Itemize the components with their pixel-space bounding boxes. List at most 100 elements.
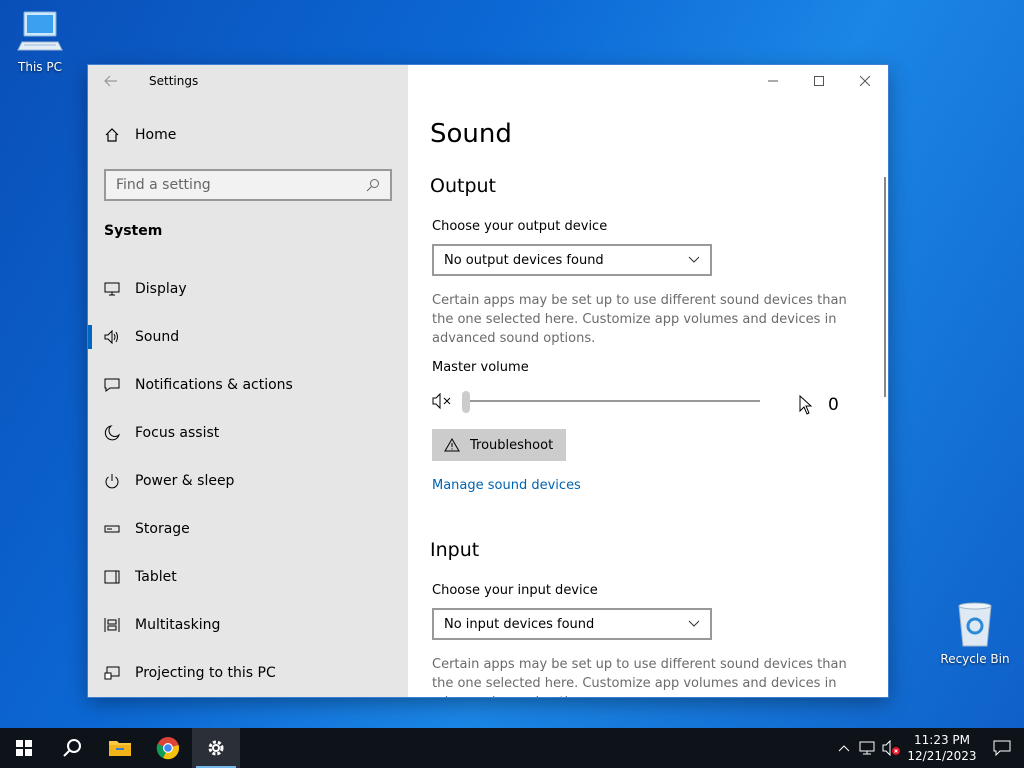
projecting-icon xyxy=(104,665,120,681)
sidebar-item-label: Sound xyxy=(135,329,180,345)
chrome-icon xyxy=(156,737,179,760)
clock[interactable]: 11:23 PM 12/21/2023 xyxy=(904,732,980,764)
volume-slider-thumb[interactable] xyxy=(462,391,470,413)
troubleshoot-label: Troubleshoot xyxy=(470,437,554,453)
search-input[interactable]: Find a setting xyxy=(104,169,392,201)
close-button[interactable] xyxy=(842,65,888,97)
minimize-icon xyxy=(768,80,778,82)
scrollbar[interactable] xyxy=(884,177,886,397)
arrow-left-icon xyxy=(104,75,117,87)
sidebar-item-home[interactable]: Home xyxy=(104,127,176,143)
input-device-dropdown[interactable]: No input devices found xyxy=(432,608,712,640)
sidebar-item-label: Power & sleep xyxy=(135,473,235,489)
desktop-icon-this-pc[interactable]: This PC xyxy=(2,8,78,74)
sidebar-item-label: Projecting to this PC xyxy=(135,665,276,681)
manage-sound-devices-link[interactable]: Manage sound devices xyxy=(432,478,581,493)
chrome-button[interactable] xyxy=(144,728,192,768)
storage-icon xyxy=(104,521,120,537)
input-note: Certain apps may be set up to use differ… xyxy=(432,657,847,697)
chevron-up-icon xyxy=(838,745,850,752)
sidebar: Settings Home Find a setting System Disp… xyxy=(88,65,408,697)
desktop-icon-recycle-bin[interactable]: Recycle Bin xyxy=(937,600,1013,666)
mute-button[interactable] xyxy=(432,392,454,414)
sidebar-item-label: Home xyxy=(135,127,177,143)
master-volume-control: 0 xyxy=(432,391,852,415)
display-icon xyxy=(104,281,120,297)
sidebar-item-label: Tablet xyxy=(135,569,177,585)
volume-error-icon xyxy=(882,740,900,756)
input-heading: Input xyxy=(430,539,480,561)
output-heading: Output xyxy=(430,175,496,197)
sidebar-nav: Display Sound Notifications & actions Fo… xyxy=(88,265,408,697)
sidebar-item-label: Focus assist xyxy=(135,425,220,441)
troubleshoot-button[interactable]: Troubleshoot xyxy=(432,429,566,461)
sidebar-item-label: Storage xyxy=(135,521,190,537)
output-note: Certain apps may be set up to use differ… xyxy=(432,293,847,346)
volume-slider-track[interactable] xyxy=(462,400,760,402)
back-button[interactable] xyxy=(88,65,134,97)
multitasking-icon xyxy=(104,617,120,633)
search-button[interactable] xyxy=(48,728,96,768)
sidebar-item-label: Display xyxy=(135,281,187,297)
master-volume-label: Master volume xyxy=(432,360,529,375)
volume-tray-button[interactable] xyxy=(880,740,904,756)
search-icon xyxy=(366,179,379,192)
input-device-value: No input devices found xyxy=(444,616,595,632)
sidebar-item-focus-assist[interactable]: Focus assist xyxy=(88,409,408,457)
volume-muted-icon xyxy=(432,392,451,410)
app-title: Settings xyxy=(149,74,199,88)
settings-taskbar-button[interactable] xyxy=(192,728,240,768)
sidebar-item-multitasking[interactable]: Multitasking xyxy=(88,601,408,649)
warning-icon xyxy=(444,438,460,452)
network-icon xyxy=(859,741,875,755)
recycle-bin-icon xyxy=(958,602,992,647)
output-device-dropdown[interactable]: No output devices found xyxy=(432,244,712,276)
network-button[interactable] xyxy=(856,740,880,756)
sidebar-item-label: Notifications & actions xyxy=(135,377,293,393)
chevron-down-icon xyxy=(688,620,700,627)
home-icon xyxy=(105,128,119,142)
sidebar-item-notifications[interactable]: Notifications & actions xyxy=(88,361,408,409)
sidebar-item-display[interactable]: Display xyxy=(88,265,408,313)
close-icon xyxy=(860,76,870,86)
sidebar-item-sound[interactable]: Sound xyxy=(88,313,408,361)
input-device-label: Choose your input device xyxy=(432,583,598,598)
window-controls xyxy=(750,65,888,97)
tablet-icon xyxy=(104,569,120,585)
show-hidden-icons-button[interactable] xyxy=(832,744,856,752)
sidebar-item-storage[interactable]: Storage xyxy=(88,505,408,553)
title-bar: Settings xyxy=(88,65,408,97)
output-device-value: No output devices found xyxy=(444,252,604,268)
maximize-icon xyxy=(814,76,824,86)
clock-time: 11:23 PM xyxy=(914,733,970,747)
gear-icon xyxy=(208,740,224,756)
start-button[interactable] xyxy=(0,728,48,768)
desktop-icon-label: Recycle Bin xyxy=(940,652,1010,666)
notification-icon xyxy=(993,740,1011,756)
search-placeholder: Find a setting xyxy=(116,177,211,193)
sidebar-item-projecting[interactable]: Projecting to this PC xyxy=(88,649,408,697)
volume-value: 0 xyxy=(828,395,839,415)
search-icon xyxy=(63,739,81,757)
moon-icon xyxy=(104,425,120,441)
chevron-down-icon xyxy=(688,256,700,263)
notification-icon xyxy=(104,377,120,393)
desktop-icon-label: This PC xyxy=(18,60,62,74)
taskbar: 11:23 PM 12/21/2023 xyxy=(0,728,1024,768)
clock-date: 12/21/2023 xyxy=(907,749,977,763)
speaker-icon xyxy=(104,329,120,345)
settings-window: Settings Home Find a setting System Disp… xyxy=(88,65,888,697)
action-center-button[interactable] xyxy=(980,740,1024,756)
mouse-cursor-icon xyxy=(799,395,813,415)
sidebar-item-tablet[interactable]: Tablet xyxy=(88,553,408,601)
minimize-button[interactable] xyxy=(750,65,796,97)
this-pc-icon xyxy=(17,11,63,51)
maximize-button[interactable] xyxy=(796,65,842,97)
content-pane: Sound Output Choose your output device N… xyxy=(408,65,888,697)
system-tray: 11:23 PM 12/21/2023 xyxy=(832,728,1024,768)
section-label: System xyxy=(104,223,163,239)
file-explorer-button[interactable] xyxy=(96,728,144,768)
sidebar-item-power[interactable]: Power & sleep xyxy=(88,457,408,505)
folder-icon xyxy=(109,741,131,756)
windows-logo-icon xyxy=(16,740,32,756)
